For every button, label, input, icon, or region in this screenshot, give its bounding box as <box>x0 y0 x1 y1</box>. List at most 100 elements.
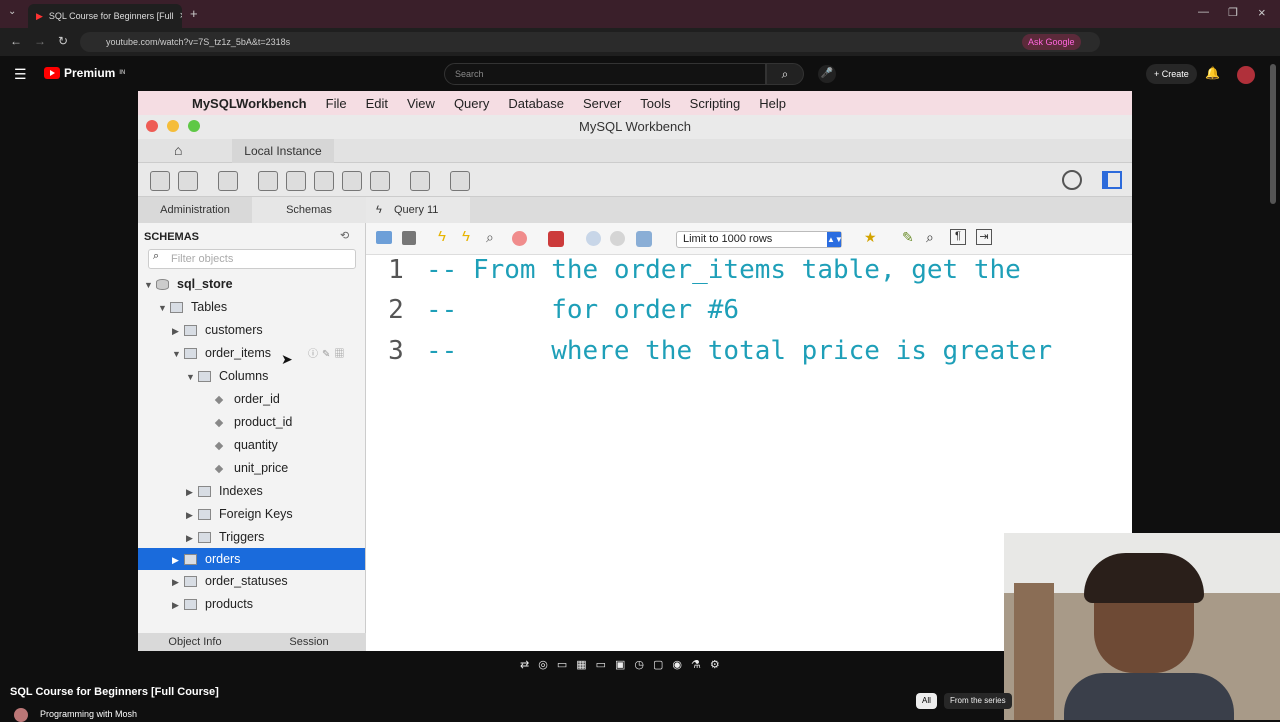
youtube-logo[interactable]: Premium IN <box>44 66 125 80</box>
code-text: -- for order #6 <box>426 295 740 325</box>
player-tool-icons[interactable]: ⇄◎▭▦▭▣◷▢◉⚗⚙ <box>520 658 729 671</box>
page-scrollbar[interactable] <box>1270 64 1276 204</box>
connection-tab-bar: ⌂ Local Instance <box>138 139 1132 163</box>
microphone-icon[interactable]: 🎤 <box>818 65 836 83</box>
webcam-shirt <box>1064 673 1234 720</box>
hamburger-menu-icon[interactable]: ☰ <box>14 66 27 83</box>
settings-icon <box>1062 170 1082 190</box>
home-icon: ⌂ <box>174 142 183 158</box>
new-tab-icon[interactable]: + <box>190 6 198 21</box>
close-dot-icon <box>146 120 158 132</box>
tree-indexes: ▶ Indexes <box>186 480 263 502</box>
tree-foreign-keys: ▶ Foreign Keys <box>186 503 293 525</box>
open-sql-file-icon <box>178 171 198 191</box>
filter-chip-from-series[interactable]: From the series <box>944 693 1012 709</box>
sidebar-footer-tabs: Object Info Session <box>138 633 366 651</box>
youtube-favicon-icon: ▶ <box>36 10 43 21</box>
toggle-errors-icon <box>548 231 564 247</box>
expand-arrow-icon: ▶ <box>186 487 193 497</box>
table-actions-icon: ⓘ✎▦ <box>308 349 349 360</box>
maximize-icon[interactable]: ❐ <box>1228 6 1238 19</box>
limit-rows-value: Limit to 1000 rows <box>683 233 773 245</box>
youtube-play-icon <box>44 67 60 79</box>
line-number: 3 <box>388 336 404 366</box>
window-title-bar: MySQL Workbench <box>138 115 1132 139</box>
menu-edit: Edit <box>365 95 388 111</box>
reconnect-icon <box>450 171 470 191</box>
tree-table-orders: ▶ orders <box>172 548 240 570</box>
tree-triggers: ▶ Triggers <box>186 526 264 548</box>
player-controls: ⇄◎▭▦▭▣◷▢◉⚗⚙ <box>0 655 1004 677</box>
mac-menu-bar: MySQLWorkbench File Edit View Query Data… <box>138 91 1132 115</box>
code-text: -- where the total price is greater <box>426 336 1053 366</box>
video-player[interactable]: MySQLWorkbench File Edit View Query Data… <box>138 91 1132 651</box>
add-snippet-icon: ★ <box>864 229 877 245</box>
create-button[interactable]: + Create <box>1146 64 1197 84</box>
menu-file: File <box>325 95 347 111</box>
main-toolbar <box>138 163 1132 197</box>
tab-list-icon[interactable]: ⌄ <box>8 6 16 17</box>
search-table-icon <box>410 171 430 191</box>
webcam-hair <box>1084 553 1204 603</box>
back-icon[interactable]: ← <box>10 34 22 48</box>
minimize-icon[interactable]: — <box>1198 6 1209 18</box>
channel-name[interactable]: Programming with Mosh <box>40 709 137 719</box>
chevron-down-icon: ▲▼ <box>827 232 843 247</box>
expand-arrow-icon: ▶ <box>172 555 179 565</box>
database-icon <box>156 279 169 291</box>
tree-label: order_statuses <box>205 574 288 588</box>
tree-label: Tables <box>191 300 228 314</box>
logo-text: Premium <box>64 66 116 80</box>
expand-arrow-icon: ▶ <box>172 600 179 610</box>
autocommit-icon <box>636 231 652 247</box>
tab-title: SQL Course for Beginners [Full <box>48 11 174 21</box>
tree-column-order-id: order_id <box>212 388 280 410</box>
foreign-keys-folder-icon <box>198 509 211 521</box>
connection-tab: Local Instance <box>232 139 334 163</box>
tree-label: Triggers <box>219 530 265 544</box>
tree-schema-sql-store: ▼ sql_store <box>144 273 233 295</box>
code-text: -- From the order_items table, get the <box>426 255 1021 285</box>
webcam-bookshelf <box>1014 583 1054 720</box>
ask-google-button[interactable]: Ask Google <box>1022 34 1081 50</box>
menu-scripting: Scripting <box>689 95 741 111</box>
search-input[interactable]: Search <box>444 63 766 85</box>
toggle-sidebar-icon <box>1102 171 1122 189</box>
menu-database: Database <box>508 95 564 111</box>
find-icon: ⌕ <box>926 229 934 245</box>
tab-administration: Administration <box>160 204 230 216</box>
tree-label: order_id <box>234 392 280 406</box>
table-icon <box>184 576 197 588</box>
forward-icon[interactable]: → <box>34 34 46 48</box>
table-icon <box>184 554 197 566</box>
app-menu: MySQLWorkbench <box>192 95 307 111</box>
tree-label: order_items <box>205 346 271 360</box>
close-window-icon[interactable]: × <box>1258 5 1266 20</box>
query-tab-bar: ϟ Query 11 <box>366 197 1132 223</box>
filter-chip-all[interactable]: All <box>916 693 937 709</box>
column-diamond-icon <box>214 418 224 427</box>
notifications-icon[interactable]: 🔔 <box>1205 66 1220 80</box>
reload-icon[interactable]: ↻ <box>58 34 68 48</box>
browser-tab[interactable]: ▶ SQL Course for Beginners [Full × <box>28 4 182 28</box>
tree-columns: ▼ Columns <box>186 365 268 387</box>
tree-column-quantity: quantity <box>212 434 278 456</box>
stop-icon <box>512 231 527 246</box>
avatar[interactable] <box>1237 66 1255 84</box>
query-tab-label: Query 11 <box>394 204 439 216</box>
menu-tools: Tools <box>640 95 671 111</box>
close-tab-icon[interactable]: × <box>180 10 182 22</box>
webcam-overlay <box>1004 533 1280 720</box>
address-bar[interactable]: youtube.com/watch?v=7S_tz1z_5bA&t=2318s <box>80 32 1100 52</box>
column-diamond-icon <box>214 464 224 473</box>
tree-label: Indexes <box>219 484 263 498</box>
schema-name: sql_store <box>177 277 233 291</box>
table-icon <box>184 599 197 611</box>
search-icon[interactable]: ⌕ <box>766 63 804 85</box>
expand-arrow-icon: ▶ <box>186 510 193 520</box>
limit-rows-select: Limit to 1000 rows ▲▼ <box>676 231 843 248</box>
schemas-header: SCHEMAS <box>144 231 200 243</box>
code-line-3: 3 -- where the total price is greater <box>366 336 1052 366</box>
create-table-icon <box>286 171 306 191</box>
inspector-icon <box>218 171 238 191</box>
